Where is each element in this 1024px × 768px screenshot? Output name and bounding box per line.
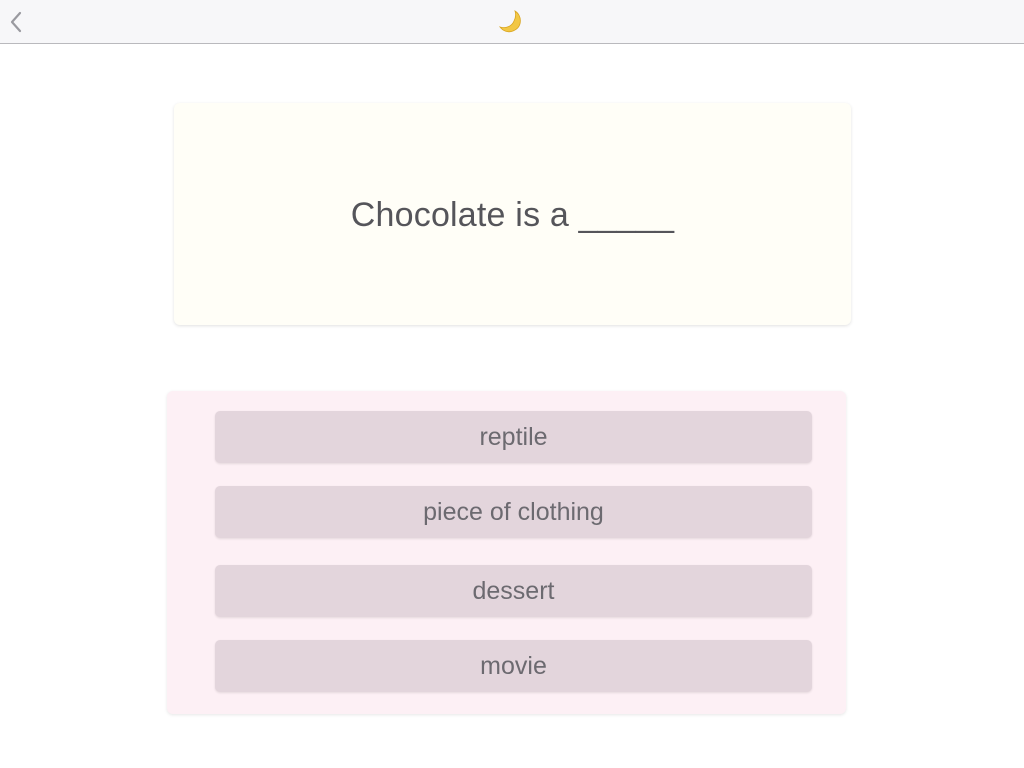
top-bar: [0, 0, 1024, 44]
question-text: Chocolate is a _____: [350, 195, 675, 234]
question-card: Chocolate is a _____: [174, 103, 851, 325]
answers-panel: reptile piece of clothing dessert movie: [167, 391, 846, 714]
answer-button-reptile[interactable]: reptile: [215, 411, 812, 463]
answer-button-dessert[interactable]: dessert: [215, 565, 812, 617]
crescent-moon-icon: [498, 10, 521, 33]
answer-button-movie[interactable]: movie: [215, 640, 812, 692]
back-button[interactable]: [4, 8, 28, 36]
chevron-left-icon: [10, 11, 22, 33]
night-mode-button[interactable]: [498, 9, 526, 35]
answer-button-piece-of-clothing[interactable]: piece of clothing: [215, 486, 812, 538]
